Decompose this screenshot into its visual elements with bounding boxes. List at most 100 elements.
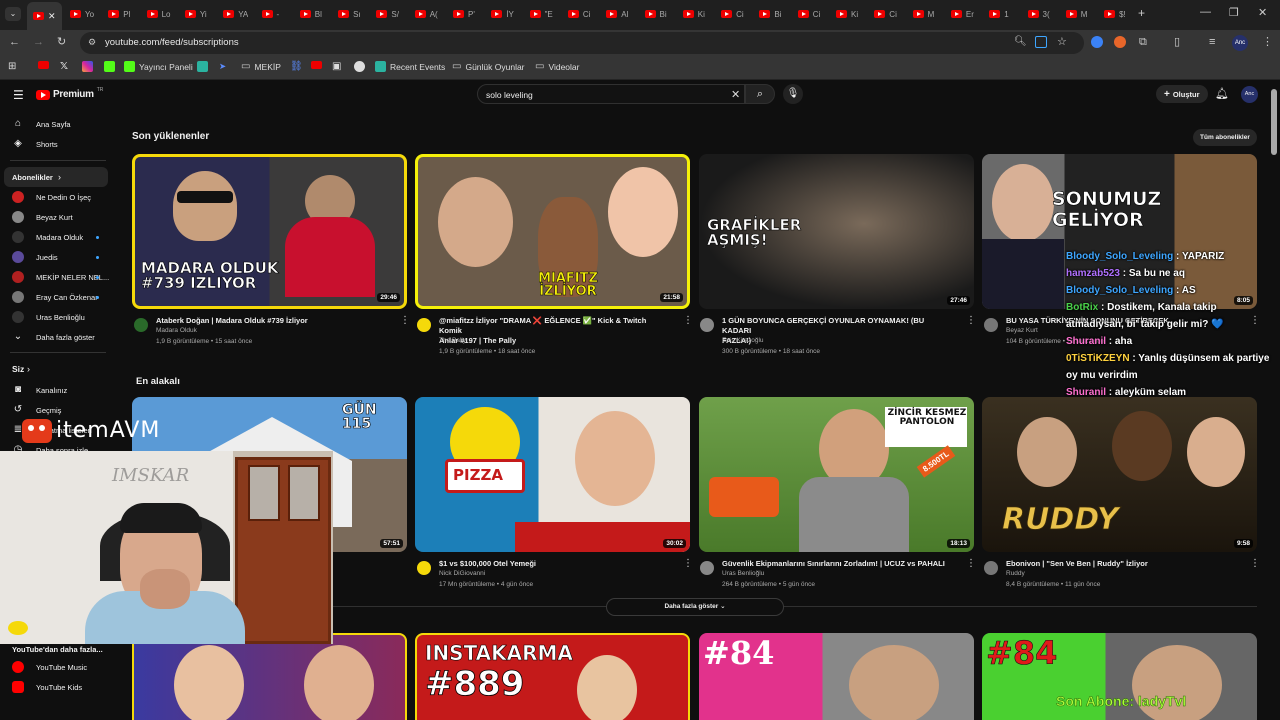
reload-icon[interactable]: ↻ [57, 35, 66, 49]
notifications-bell-icon[interactable]: 🔔︎ [1215, 87, 1229, 100]
browser-tab[interactable]: Sı [338, 4, 361, 24]
tab-active[interactable]: ✕ [27, 2, 62, 30]
extension-icon[interactable] [1114, 36, 1126, 48]
sidebar-subscription-item[interactable]: MEKİP NELER NEL... [0, 267, 109, 287]
video-menu-icon[interactable]: ⋮ [1250, 315, 1260, 326]
browser-tab[interactable]: İY [491, 4, 514, 24]
sidebar-item-home[interactable]: ⌂ Ana Sayfa [0, 114, 108, 134]
sidebar-subscriptions-header[interactable]: Abonelikler › [4, 167, 108, 187]
browser-tab[interactable]: Yo [70, 4, 94, 24]
browser-tab[interactable]: Ci [797, 4, 820, 24]
cast-icon[interactable] [1035, 36, 1047, 48]
video-channel-name[interactable]: Ruddy [1006, 570, 1025, 577]
sidebar-item-youtube-music[interactable]: YouTube Music [0, 657, 108, 677]
sidebar-show-more[interactable]: ⌄ Daha fazla göster [0, 327, 108, 347]
show-more-button[interactable]: Daha fazla göster ⌄ [606, 598, 784, 616]
profile-avatar[interactable]: Anc [1232, 35, 1248, 51]
scrollbar-thumb[interactable] [1271, 89, 1277, 155]
browser-tab[interactable]: Ci [874, 4, 897, 24]
extension-icon[interactable] [1091, 36, 1103, 48]
browser-tab[interactable]: Bi [644, 4, 667, 24]
sidebar-subscription-item[interactable]: Ne Dedin O İşeç [0, 187, 108, 207]
video-thumbnail[interactable]: ZİNCİR KESMEZ PANTOLON 8.500TL 18:13 [699, 397, 974, 552]
image-icon[interactable]: ▣ [332, 61, 341, 72]
sidebar-subscription-item[interactable]: Eray Can Özkenar [0, 287, 108, 307]
channel-avatar[interactable] [134, 318, 148, 332]
clear-search-icon[interactable]: ✕ [731, 88, 740, 101]
video-menu-icon[interactable]: ⋮ [683, 558, 693, 569]
browser-tab[interactable]: 3( [1027, 4, 1050, 24]
video-channel-name[interactable]: Enis Kirazoğlu [722, 337, 764, 344]
bookmark-youtube-2[interactable] [311, 61, 322, 69]
video-menu-icon[interactable]: ⋮ [966, 558, 976, 569]
browser-tab[interactable]: "E [529, 4, 553, 24]
browser-tab[interactable]: S/ [376, 4, 399, 24]
bookmark-threads[interactable] [354, 61, 365, 72]
sidebar-item-youtube-kids[interactable]: YouTube Kids [0, 677, 108, 697]
browser-tab[interactable]: Al [606, 4, 628, 24]
maximize-button[interactable]: ❐ [1229, 6, 1239, 19]
arrow-icon[interactable]: ➤ [219, 61, 226, 72]
sidebar-you-header[interactable]: Siz › [0, 359, 108, 379]
sidebar-subscription-item[interactable]: Madara Olduk [0, 227, 108, 247]
channel-avatar[interactable] [700, 561, 714, 575]
browser-tab[interactable]: Ci [721, 4, 744, 24]
bookmark-mekip[interactable]: ▭ MEKİP [241, 61, 281, 72]
forward-icon[interactable]: → [33, 35, 44, 49]
hamburger-menu-icon[interactable]: ☰ [13, 88, 24, 102]
zoom-icon[interactable]: 🔍︎ [1014, 36, 1027, 47]
back-icon[interactable]: ← [9, 35, 20, 49]
video-channel-name[interactable]: Madara Olduk [156, 327, 197, 334]
browser-tab[interactable]: 1 [989, 4, 1009, 24]
channel-avatar[interactable] [700, 318, 714, 332]
browser-tab[interactable]: Ci [567, 4, 590, 24]
browser-tab[interactable]: - [261, 4, 279, 24]
tab-search-button[interactable]: ⌄ [5, 7, 21, 21]
browser-tab[interactable]: M [912, 4, 934, 24]
video-thumbnail[interactable] [132, 633, 407, 720]
sidebar-subscription-item[interactable]: Juedis [0, 247, 108, 267]
video-thumbnail[interactable]: PIZZA 30:02 [415, 397, 690, 552]
close-window-button[interactable]: ✕ [1258, 6, 1267, 19]
bookmark-yayinci-paneli[interactable]: Yayıncı Paneli [124, 61, 193, 72]
bookmark-icon-only[interactable] [197, 61, 208, 72]
bookmark-star-icon[interactable]: ☆ [1057, 35, 1067, 48]
video-thumbnail[interactable]: INSTAKARMA #889 [415, 633, 690, 720]
channel-avatar[interactable] [984, 561, 998, 575]
bookmark-kick[interactable] [104, 61, 115, 72]
site-info-icon[interactable]: ⚙ [88, 37, 96, 48]
sidebar-subscription-item[interactable]: Beyaz Kurt [0, 207, 108, 227]
video-channel-name[interactable]: Uras Benlioğlu [722, 570, 764, 577]
all-subscriptions-button[interactable]: Tüm abonelikler [1193, 129, 1257, 146]
browser-tab[interactable]: P' [453, 4, 475, 24]
video-thumbnail[interactable]: GRAFİKLER AŞMIŞ! 27:46 [699, 154, 974, 309]
account-avatar[interactable]: Anc [1241, 86, 1258, 103]
sidebar-subscription-item[interactable]: Uras Benlioğlu [0, 307, 108, 327]
x-icon[interactable]: 𝕏 [60, 61, 68, 72]
sidebar-item-shorts[interactable]: ◈ Shorts [0, 134, 108, 154]
search-input[interactable]: solo leveling ✕ [477, 84, 745, 104]
browser-menu-icon[interactable]: ⋮ [1262, 35, 1273, 49]
browser-tab[interactable]: Ki [682, 4, 705, 24]
side-panel-icon[interactable]: ▯ [1174, 35, 1180, 49]
voice-search-button[interactable]: 🎙︎ [783, 84, 803, 104]
video-channel-name[interactable]: The Pally [439, 337, 466, 344]
video-menu-icon[interactable]: ⋮ [1250, 558, 1260, 569]
bookmark-youtube[interactable] [38, 61, 49, 69]
channel-avatar[interactable] [417, 318, 431, 332]
video-thumbnail[interactable]: MADARA OLDUK #739 IZLIYOR 29:46 [132, 154, 407, 309]
extensions-puzzle-icon[interactable]: ⧉ [1139, 35, 1147, 49]
video-thumbnail[interactable]: #84 [699, 633, 974, 720]
reading-list-icon[interactable]: ≡ [1209, 35, 1215, 49]
bookmark-gunluk-oyunlar[interactable]: ▭ Günlük Oyunlar [452, 61, 525, 72]
video-menu-icon[interactable]: ⋮ [683, 315, 693, 326]
channel-avatar[interactable] [984, 318, 998, 332]
address-bar[interactable]: ⚙ youtube.com/feed/subscriptions 🔍︎ ☆ [80, 32, 1084, 54]
video-title[interactable]: Güvenlik Ekipmanlarını Sınırlarını Zorla… [722, 559, 952, 569]
sidebar-item-your-channel[interactable]: ◙ Kanalınız [0, 380, 108, 400]
browser-tab[interactable]: Bi [759, 4, 782, 24]
youtube-logo[interactable]: Premium TR [36, 87, 103, 100]
search-button[interactable]: ⌕ [745, 84, 775, 104]
browser-tab[interactable]: Lo [146, 4, 171, 24]
video-thumbnail[interactable]: RUDDY 9:58 [982, 397, 1257, 552]
